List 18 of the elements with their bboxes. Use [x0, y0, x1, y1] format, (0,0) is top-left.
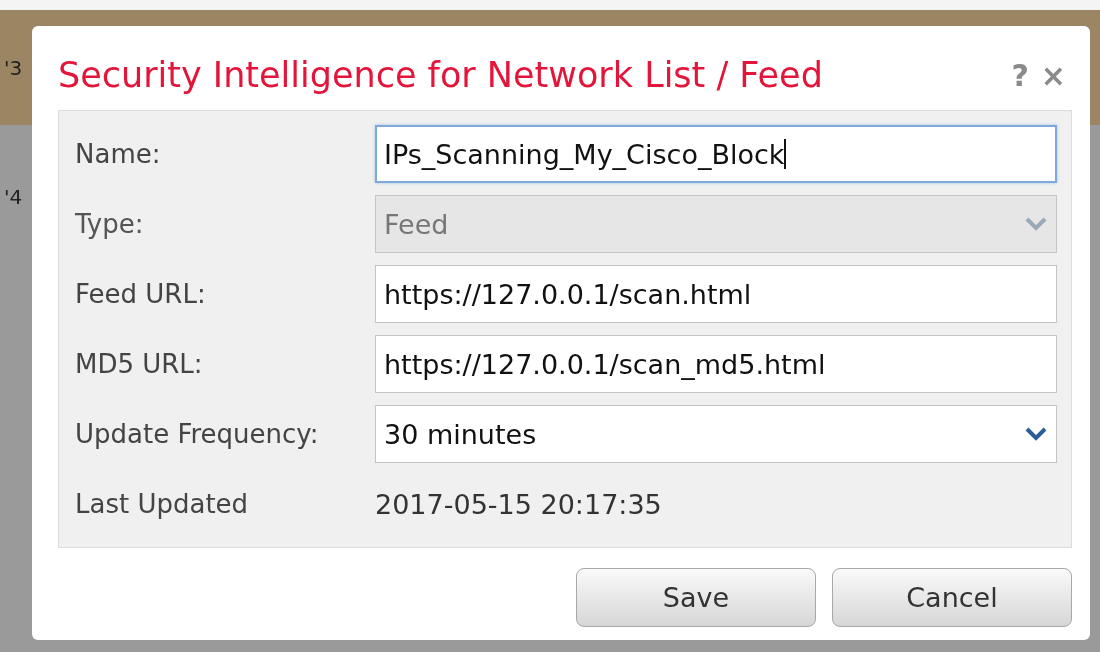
- caret-icon: [1024, 216, 1048, 232]
- field-label: MD5 URL:: [75, 349, 204, 379]
- text-field[interactable]: https://127.0.0.1/scan_md5.html: [375, 335, 1057, 393]
- field-label: Feed URL:: [75, 279, 207, 309]
- text-field[interactable]: https://127.0.0.1/scan.html: [375, 265, 1057, 323]
- field-label: Last Updated: [75, 489, 250, 519]
- dropdown[interactable]: 30 minutes: [375, 405, 1057, 463]
- dialog-button[interactable]: Cancel: [832, 568, 1072, 627]
- dialog-button[interactable]: Save: [576, 568, 816, 627]
- field-label: Type:: [75, 209, 145, 239]
- field-label: Name:: [75, 139, 162, 169]
- field-label: Update Frequency:: [75, 419, 320, 449]
- background-text: '3: [4, 55, 23, 80]
- last-updated-value: 2017-05-15 20:17:35: [375, 488, 663, 520]
- dialog-title: Security Intelligence for Network List / Feed: [58, 55, 824, 95]
- caret-icon: [1024, 426, 1048, 442]
- background-text: '4: [4, 185, 23, 209]
- text-field[interactable]: IPs_Scanning_My_Cisco_Block: [375, 125, 1057, 183]
